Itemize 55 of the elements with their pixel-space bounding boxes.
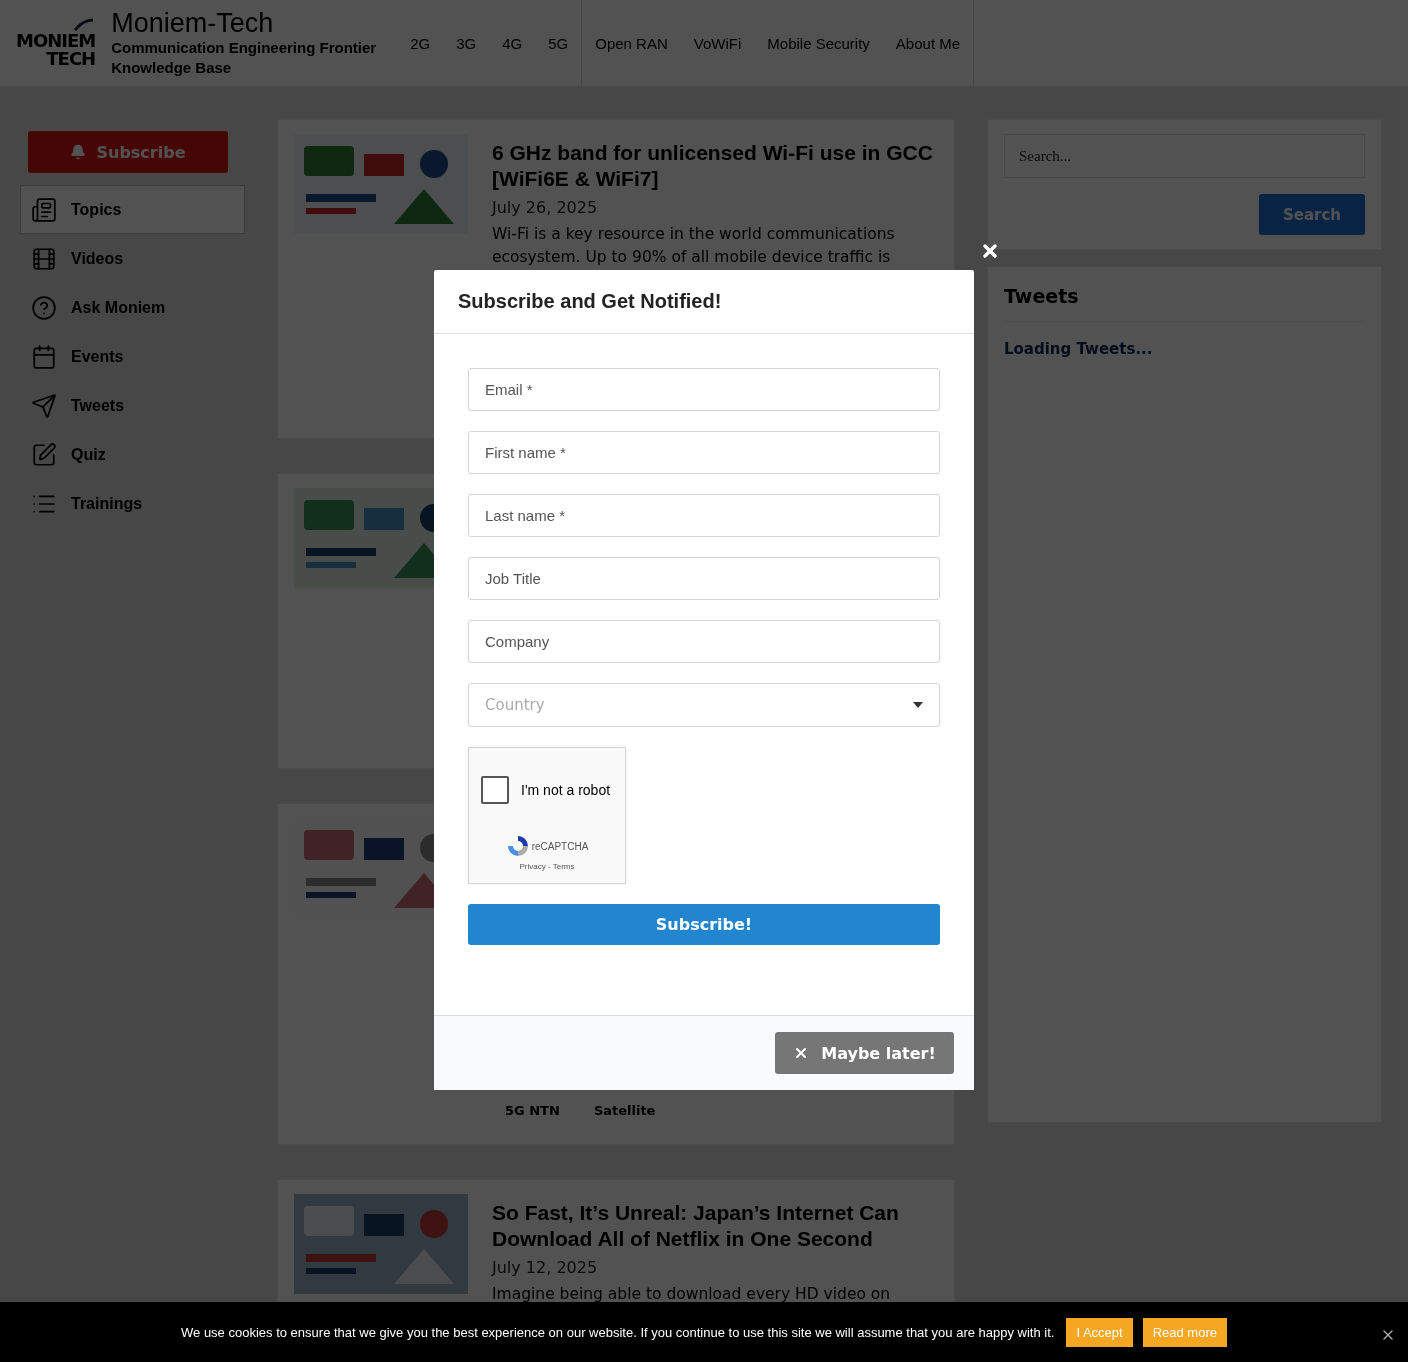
bell-icon <box>70 144 87 160</box>
captcha-checkbox[interactable] <box>481 776 509 804</box>
sidebar-item[interactable]: Topics <box>20 185 245 234</box>
article-title[interactable]: So Fast, It’s Unreal: Japan’s Internet Can Download All of Netflix in One Second <box>492 1200 938 1252</box>
submit-button[interactable]: Subscribe! <box>468 904 940 945</box>
sidebar-item[interactable]: Tweets <box>20 381 245 430</box>
newspaper-icon <box>31 196 57 223</box>
captcha-label: I'm not a robot <box>521 782 611 798</box>
nav-link[interactable]: 3G <box>456 34 477 52</box>
loading-text: Loading Tweets... <box>1004 340 1153 358</box>
dialog-title: Subscribe and Get Notified! <box>434 270 974 334</box>
sidebar-item[interactable]: Events <box>20 332 245 381</box>
nav-link[interactable]: 5G <box>548 34 569 52</box>
dismiss-button[interactable]: Maybe later! <box>775 1032 954 1074</box>
input-field[interactable]: First name * <box>468 431 940 474</box>
article-title[interactable]: 6 GHz band for unlicensed Wi-Fi use in GCC [WiFi6E & WiFi7] <box>492 140 938 192</box>
site-logo[interactable]: MONIEM TECH <box>16 18 96 68</box>
site-title[interactable]: Moniem-Tech <box>111 8 382 38</box>
article-excerpt: Wi-Fi is a key resource in the world communications ecosystem. Up to 90% of all mobile device traffic is <box>492 224 896 268</box>
question-icon <box>31 294 57 321</box>
site-tagline: Communication Engineering Frontier Knowledge Base <box>111 38 378 78</box>
nav-link[interactable]: 2G <box>410 34 431 52</box>
input-field[interactable]: Job Title <box>468 557 940 600</box>
input-field[interactable]: Company <box>468 620 940 663</box>
subscribe-button[interactable]: Subscribe <box>28 131 228 173</box>
input-field[interactable]: Last name * <box>468 494 940 537</box>
sidebar-item[interactable]: Trainings <box>20 479 245 528</box>
cookie-notice: We use cookies to ensure that we give you the best experience on our website. If you continue to use this site we will assume that you are happy with it. <box>181 1324 1055 1340</box>
caret-icon <box>913 702 923 708</box>
cookie-button[interactable]: Read more <box>1142 1317 1227 1347</box>
captcha-brand: reCAPTCHA <box>531 840 589 852</box>
article-date: July 12, 2025 <box>492 1258 598 1277</box>
search-button[interactable]: Search <box>1259 194 1365 235</box>
nav-link[interactable]: Open RAN <box>595 34 668 52</box>
article-date: July 26, 2025 <box>492 198 598 217</box>
nav-link[interactable]: Mobile Security <box>767 34 870 52</box>
search-field[interactable]: Search... <box>1004 134 1365 178</box>
close-icon[interactable] <box>980 241 1000 261</box>
input-field[interactable]: Email * <box>468 368 940 411</box>
nav-link[interactable]: 4G <box>502 34 523 52</box>
widget-title: Tweets <box>1004 285 1365 322</box>
sidebar-item[interactable]: Ask Moniem <box>20 283 245 332</box>
article-excerpt: Imagine being able to download every HD video on <box>492 1284 892 1305</box>
country-dropdown[interactable]: Country <box>468 683 940 727</box>
nav-link[interactable]: About Me <box>895 34 961 52</box>
sidebar-item[interactable]: Videos <box>20 234 245 283</box>
calendar-icon <box>31 343 57 370</box>
sidebar-item[interactable]: Quiz <box>20 430 245 479</box>
cookie-button[interactable]: I Accept <box>1066 1317 1133 1347</box>
nav-link[interactable]: VoWiFi <box>693 34 742 52</box>
edit-icon <box>31 441 57 468</box>
film-icon <box>31 245 57 272</box>
captcha-links[interactable]: Privacy - Terms <box>519 862 575 871</box>
paper-plane-icon <box>31 392 57 419</box>
captcha-logo-icon <box>505 834 530 858</box>
